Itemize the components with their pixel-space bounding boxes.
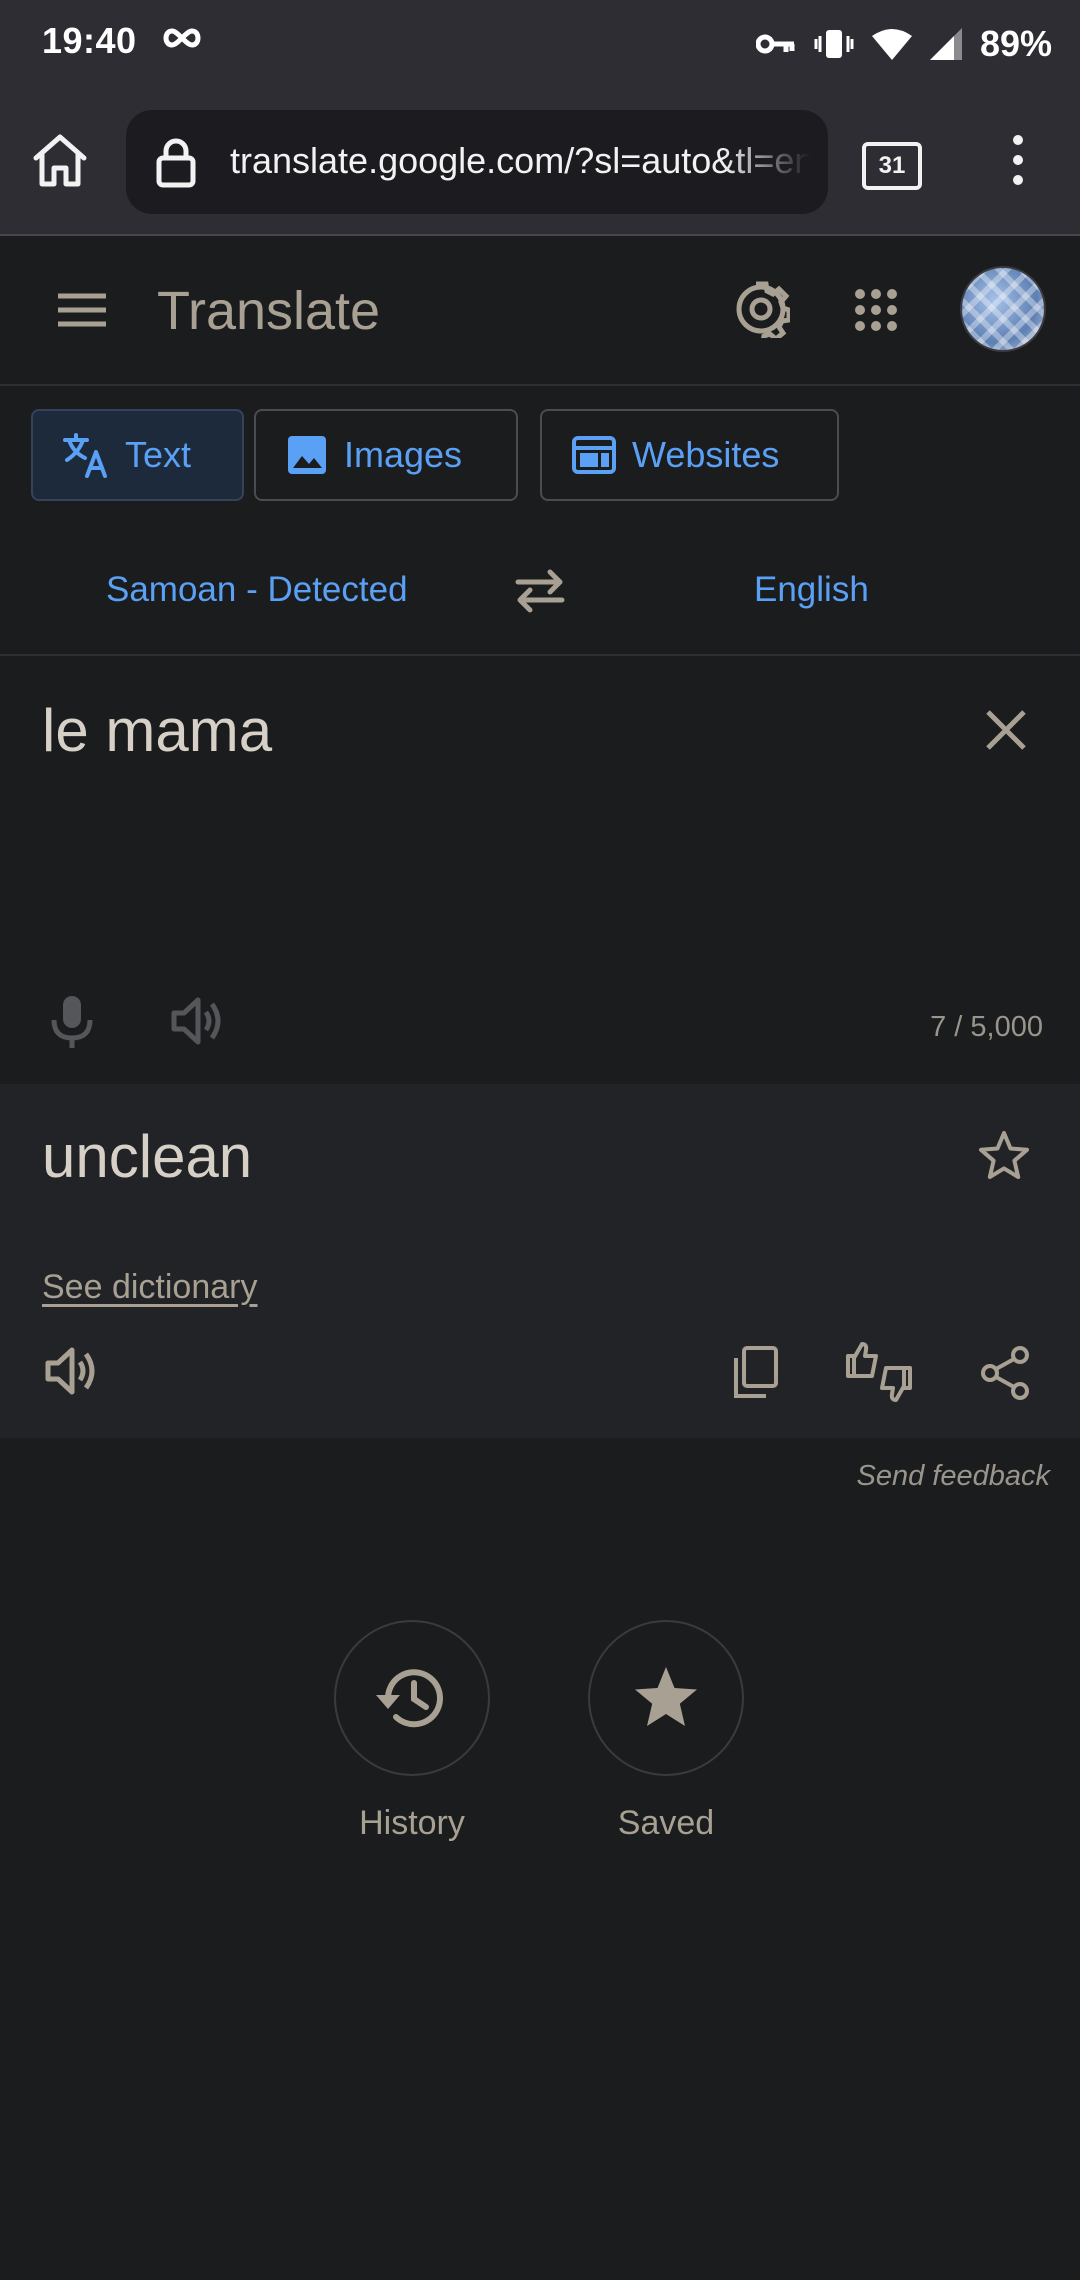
url-text[interactable]: translate.google.com/?sl=auto&tl=en — [230, 140, 810, 182]
app-title: Translate — [157, 281, 381, 341]
translation-output-panel: unclean See dictionary — [0, 1084, 1080, 1438]
browser-toolbar: translate.google.com/?sl=auto&tl=en 31 — [0, 90, 1080, 236]
thumbs-icon — [846, 1342, 912, 1402]
close-icon — [986, 710, 1026, 750]
swap-languages-button[interactable] — [514, 568, 566, 614]
tab-text[interactable]: Text — [31, 409, 244, 501]
copy-icon — [734, 1346, 778, 1398]
tab-text-label: Text — [125, 434, 192, 475]
key-icon — [755, 34, 795, 54]
voice-input-button[interactable] — [48, 994, 96, 1050]
address-bar[interactable]: translate.google.com/?sl=auto&tl=en — [126, 110, 828, 214]
history-icon — [376, 1669, 443, 1728]
language-bar: Samoan - Detected English — [0, 530, 1080, 656]
source-text-input[interactable]: le mama — [42, 696, 272, 765]
share-translation-button[interactable] — [980, 1346, 1030, 1400]
image-icon — [286, 434, 328, 476]
target-language-button[interactable]: English — [754, 570, 869, 610]
main-menu-button[interactable] — [56, 292, 108, 328]
save-translation-button[interactable] — [978, 1130, 1030, 1180]
lock-icon[interactable] — [156, 138, 196, 188]
google-apps-button[interactable] — [854, 288, 898, 332]
settings-button[interactable] — [732, 280, 790, 338]
mic-icon — [51, 996, 93, 1048]
signal-icon — [929, 28, 962, 60]
source-language-button[interactable]: Samoan - Detected — [106, 570, 408, 610]
volume-icon — [171, 997, 221, 1045]
more-options-button[interactable] — [1000, 130, 1036, 190]
apps-grid-icon — [855, 289, 897, 331]
infinity-icon — [162, 27, 202, 49]
vibrate-icon — [814, 30, 854, 58]
home-button[interactable] — [30, 132, 90, 190]
status-bar: 19:40 89% — [0, 0, 1080, 90]
star-icon — [635, 1667, 697, 1726]
home-icon — [33, 134, 87, 187]
character-count: 7 / 5,000 — [930, 1011, 1043, 1043]
send-feedback-link[interactable]: Send feedback — [857, 1460, 1050, 1493]
copy-translation-button[interactable] — [730, 1346, 778, 1398]
listen-translation-button[interactable] — [44, 1346, 100, 1396]
see-dictionary-link[interactable]: See dictionary — [42, 1268, 257, 1307]
tab-websites-label: Websites — [632, 434, 780, 475]
app-header: Translate — [0, 236, 1080, 386]
listen-source-button[interactable] — [170, 996, 226, 1046]
tab-images[interactable]: Images — [254, 409, 518, 501]
share-icon — [981, 1346, 1029, 1400]
star-outline-icon — [979, 1131, 1029, 1179]
status-time: 19:40 — [42, 20, 137, 61]
menu-icon — [58, 293, 106, 327]
saved-label: Saved — [617, 1804, 715, 1842]
wifi-icon — [871, 29, 912, 60]
battery-level: 89% — [979, 23, 1052, 64]
history-label: History — [359, 1804, 465, 1842]
web-icon — [572, 436, 616, 474]
tab-websites[interactable]: Websites — [540, 409, 839, 501]
translated-text: unclean — [42, 1123, 253, 1190]
tab-images-label: Images — [344, 434, 463, 475]
saved-button[interactable] — [588, 1620, 744, 1776]
more-vert-icon — [1013, 135, 1023, 185]
swap-icon — [515, 569, 565, 613]
volume-icon — [45, 1347, 95, 1395]
rate-translation-button[interactable] — [846, 1342, 912, 1402]
account-avatar[interactable] — [960, 266, 1046, 352]
clear-text-button[interactable] — [982, 706, 1030, 754]
history-button[interactable] — [334, 1620, 490, 1776]
tab-switcher-button[interactable]: 31 — [862, 142, 922, 190]
settings-icon — [736, 281, 790, 338]
translate-icon — [63, 432, 109, 478]
status-icons: 89% — [755, 18, 1052, 70]
